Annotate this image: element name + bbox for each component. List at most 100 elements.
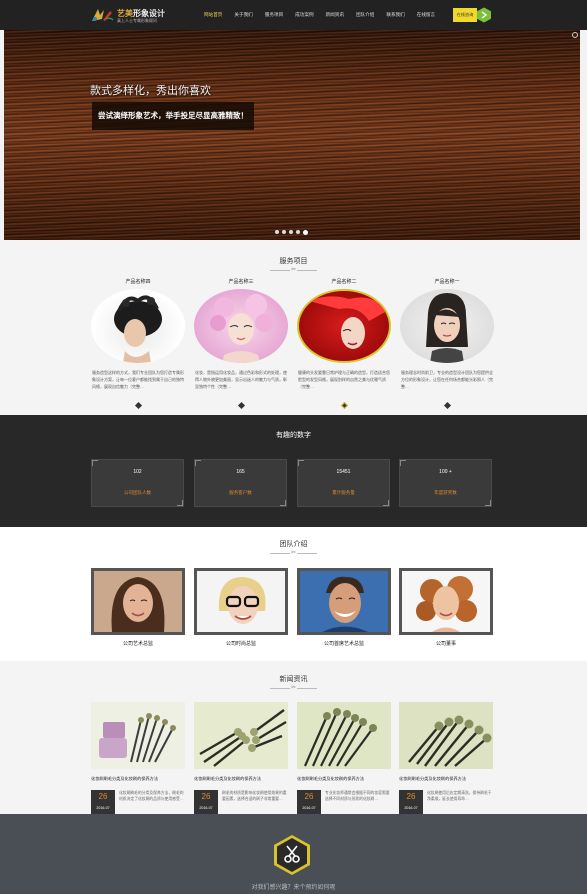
title-divider: ✂ [270,685,317,691]
scissors-hexagon-icon[interactable] [273,834,311,876]
service-description: 化妆，是指运用化妆品，通过色彩和形式的处理，使得人物外貌更加美丽，显示出迷人的魅… [195,370,287,389]
news-section: 新闻资讯 ✂ 化妆刷刷毛分类及化妆刷的保养方法 26 2016-07 化妆刷刷毛… [0,661,587,816]
nav-home[interactable]: 网站首页 [198,0,228,30]
scissors-icon: ✂ [290,550,297,556]
services-section: 服务项目 ✂ 产品名称四 服务造型这样的方式，我们专业团队为您打造专属形象设计方… [0,240,587,415]
news-item[interactable]: 化妆刷刷毛分类及化妆刷的保养方法 26 2016-07 刷毛的材质是影响化妆刷使… [194,702,288,816]
service-description: 服务造型这样的方式，我们专业团队为您打造专属形象设计方案，让每一位客户都能找到属… [92,370,184,389]
numbers-title: 有趣的数字 [276,432,311,439]
news-meta: 26 2016-07 专业化妆师通常会根据不同的妆容需要选择不同材质与形状的化妆… [297,790,391,816]
hero-subtitle: 尝试演绎形象艺术，举手投足尽显高雅精致！ [92,102,254,130]
top-header: 艺美形象设计 真上人士专属形象顾问 网站首页 关于我们 服务项目 成功案例 新闻… [0,0,587,30]
news-item[interactable]: 化妆刷刷毛分类及化妆刷的保养方法 26 2016-07 化妆刷刷毛的分类及保养方… [91,702,185,816]
slider-dot[interactable] [289,230,293,234]
news-meta: 26 2016-07 化妆刷刷毛的分类及保养方法，刷毛的材质决定了化妆刷的品质与… [91,790,185,816]
news-day: 26 [304,792,314,801]
member-photo [297,568,391,635]
member-photo [399,568,493,635]
news-date: 26 2016-07 [297,790,321,816]
nav-contact[interactable]: 联系我们 [380,0,410,30]
service-card[interactable]: 产品名称一 服务理念时尚前卫，专业的造型设计团队为您提供全方位的形象设计，让您在… [399,278,495,410]
numbers-section: 有趣的数字 102 公司团队人数 165 服务客户数 15451 累计服务量 1… [0,415,587,527]
nav-about[interactable]: 关于我们 [228,0,258,30]
service-name: 产品名称二 [331,279,357,285]
stat-box: 165 服务客户数 [194,459,287,507]
stat-label: 年度获奖数 [434,490,457,495]
service-name: 产品名称一 [434,279,460,285]
diamond-icon[interactable] [134,401,142,410]
service-photo [194,289,288,363]
news-meta: 26 2016-07 刷毛的材质是影响化妆刷使用效果的重要因素，选择合适的刷子非… [194,790,288,816]
title-divider: ✂ [270,550,317,556]
service-photo [297,289,391,363]
news-title: 新闻资讯 [279,676,308,683]
stat-value: 100 + [439,469,452,475]
nav-message[interactable]: 在线留言 [411,0,441,30]
news-headline[interactable]: 化妆刷刷毛分类及化妆刷的保养方法 [399,776,493,782]
news-meta: 26 2016-07 化妆刷使用后应定期清洗，保持刷毛干净柔顺，延长使用寿命… [399,790,493,816]
news-headline[interactable]: 化妆刷刷毛分类及化妆刷的保养方法 [91,776,185,782]
diamond-icon[interactable] [237,401,245,410]
nav-team[interactable]: 团队介绍 [350,0,380,30]
news-summary: 化妆刷刷毛的分类及保养方法，刷毛的材质决定了化妆刷的品质与使用感受… [119,791,184,801]
stat-box: 100 + 年度获奖数 [399,459,492,507]
stat-box: 15451 累计服务量 [297,459,390,507]
slider-dot[interactable] [282,230,286,234]
news-photo [91,702,185,769]
news-summary: 刷毛的材质是影响化妆刷使用效果的重要因素，选择合适的刷子非常重要… [222,791,287,801]
main-nav: 网站首页 关于我们 服务项目 成功案例 新闻资讯 团队介绍 联系我们 在线留言 [198,0,441,30]
news-day: 26 [201,792,211,801]
team-member[interactable]: 公司首席艺术总监 [297,568,391,647]
stat-label: 服务客户数 [229,490,252,495]
member-name: 公司艺术总监 [122,641,153,647]
site-logo[interactable]: 艺美形象设计 真上人士专属形象顾问 [90,5,170,25]
stat-box: 102 公司团队人数 [91,459,184,507]
member-name: 公司时尚总监 [225,641,256,647]
team-member[interactable]: 公司董事 [399,568,493,647]
team-section: 团队介绍 ✂ 公司艺术总监 公司时尚总监 公司首席艺术总监 公司董事 [0,527,587,661]
stat-label: 公司团队人数 [124,490,151,495]
service-photo [400,289,494,363]
footer: 对我们感兴趣？来个预约如何呢 [0,814,587,894]
news-summary: 专业化妆师通常会根据不同的妆容需要选择不同材质与形状的化妆刷… [325,791,390,801]
news-photo [194,702,288,769]
service-card[interactable]: 产品名称二 健康的头发要靠日常护理与正确的造型，打造适合您脸型的发型风格，展现别… [296,278,392,410]
team-title: 团队介绍 [279,541,308,548]
scroll-indicator-icon [572,32,578,38]
nav-news[interactable]: 新闻资讯 [320,0,350,30]
footer-cta[interactable]: 对我们感兴趣？来个预约如何呢 [0,882,587,891]
slider-dot[interactable] [296,230,300,234]
news-item[interactable]: 化妆刷刷毛分类及化妆刷的保养方法 26 2016-07 专业化妆师通常会根据不同… [297,702,391,816]
news-headline[interactable]: 化妆刷刷毛分类及化妆刷的保养方法 [297,776,391,782]
service-card[interactable]: 产品名称三 化妆，是指运用化妆品，通过色彩和形式的处理，使得人物外貌更加美丽，显… [193,278,289,410]
slider-dot[interactable] [275,230,279,234]
service-description: 服务理念时尚前卫，专业的造型设计团队为您提供全方位的形象设计，让您在任何场合都能… [401,370,493,389]
logo-subtitle: 真上人士专属形象顾问 [117,18,157,23]
member-photo [194,568,288,635]
news-item[interactable]: 化妆刷刷毛分类及化妆刷的保养方法 26 2016-07 化妆刷使用后应定期清洗，… [399,702,493,816]
news-month: 2016-07 [199,806,213,810]
slider-dot-active[interactable] [303,229,308,235]
hexagon-menu-icon[interactable] [476,7,492,23]
nav-cases[interactable]: 成功案例 [289,0,319,30]
member-name: 公司董事 [435,641,456,647]
consult-button[interactable]: 在线咨询 [453,8,477,22]
slider-dots [275,229,308,235]
diamond-icon[interactable] [340,401,348,410]
nav-services[interactable]: 服务项目 [259,0,289,30]
member-name: 公司首席艺术总监 [323,641,364,647]
team-member[interactable]: 公司时尚总监 [194,568,288,647]
news-day: 26 [406,792,416,801]
hero-banner: 款式多样化，秀出你喜欢 尝试演绎形象艺术，举手投足尽显高雅精致！ [4,30,580,240]
team-member[interactable]: 公司艺术总监 [91,568,185,647]
stat-value: 165 [236,469,245,475]
service-name: 产品名称四 [125,279,151,285]
scissors-icon: ✂ [290,267,297,273]
service-card[interactable]: 产品名称四 服务造型这样的方式，我们专业团队为您打造专属形象设计方案，让每一位客… [90,278,186,410]
news-day: 26 [98,792,108,801]
stat-label: 累计服务量 [332,490,355,495]
diamond-icon[interactable] [443,401,451,410]
news-headline[interactable]: 化妆刷刷毛分类及化妆刷的保养方法 [194,776,288,782]
hero-title: 款式多样化，秀出你喜欢 [90,85,211,97]
service-name: 产品名称三 [228,279,254,285]
